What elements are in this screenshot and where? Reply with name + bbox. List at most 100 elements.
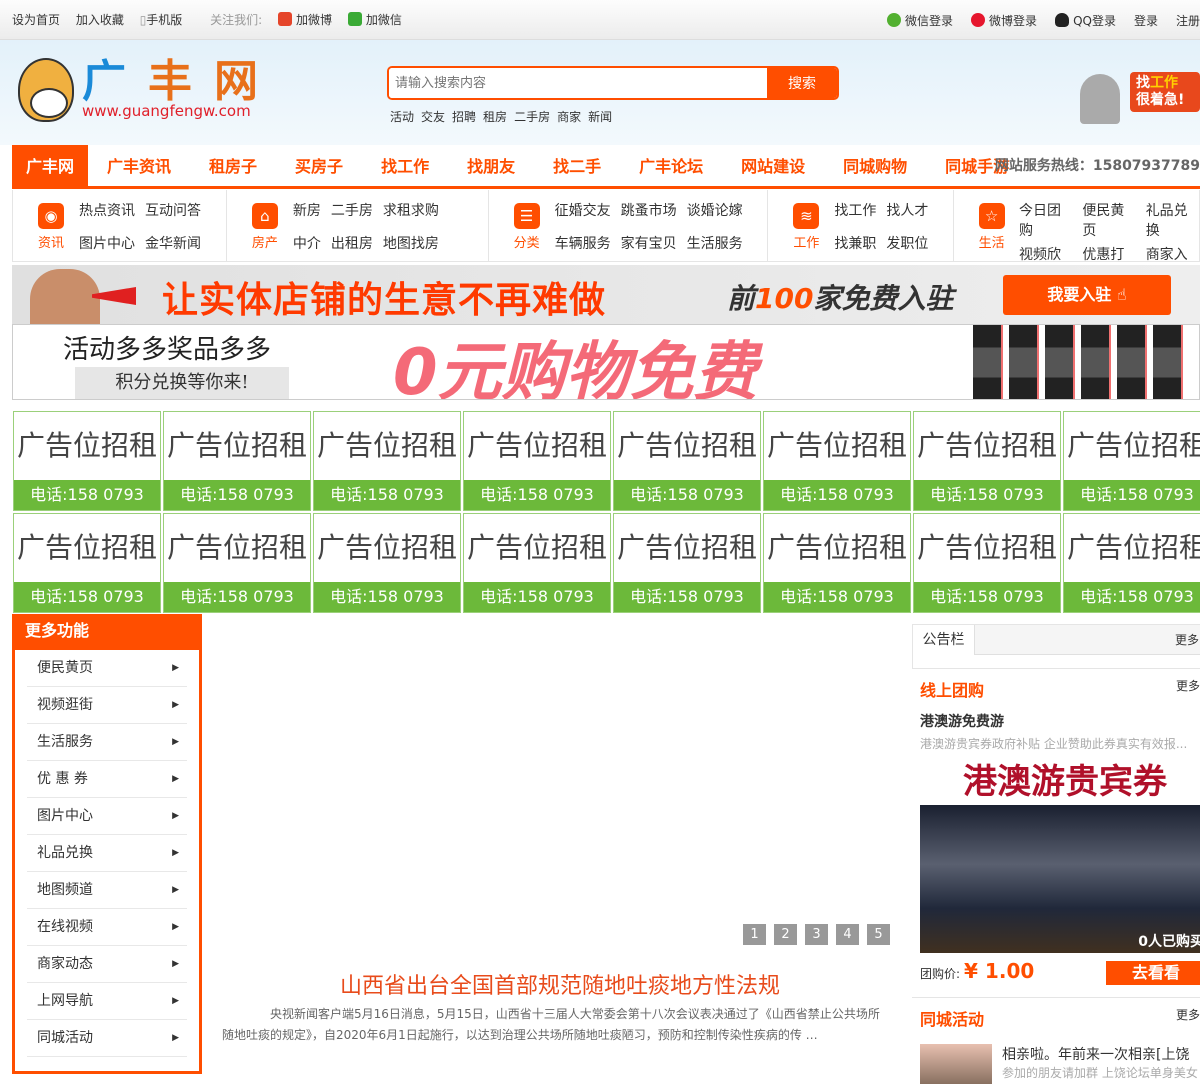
sidebar-item[interactable]: 地图频道 ▶ bbox=[27, 872, 187, 909]
join-button[interactable]: 我要入驻 ☝ bbox=[1003, 275, 1171, 315]
search-input[interactable] bbox=[389, 68, 767, 98]
nav-item[interactable]: 广丰论坛 bbox=[620, 145, 722, 186]
news-headline[interactable]: 山西省出台全国首部规范随地吐痰地方性法规 bbox=[210, 968, 910, 1000]
subnav-link[interactable]: 生活服务 bbox=[687, 234, 743, 263]
sidebar-item[interactable]: 同城活动 ▶ bbox=[27, 1020, 187, 1057]
ad-slot[interactable]: 广告位招租电话:158 0793 7789 bbox=[913, 513, 1061, 636]
nav-item[interactable]: 广丰资讯 bbox=[88, 145, 190, 186]
nav-item[interactable]: 买房子 bbox=[276, 145, 362, 186]
nav-item[interactable]: 网站建设 bbox=[722, 145, 824, 186]
sidebar-item[interactable]: 优 惠 券 ▶ bbox=[27, 761, 187, 798]
weibo-login[interactable]: 微博登录 bbox=[971, 12, 1037, 29]
sidebar-item[interactable]: 礼品兑换 ▶ bbox=[27, 835, 187, 872]
nav-item[interactable]: 找工作 bbox=[362, 145, 448, 186]
nav-item[interactable]: 广丰网 bbox=[12, 145, 89, 186]
hot-search-link[interactable]: 新闻 bbox=[588, 110, 612, 124]
ad-slot[interactable]: 广告位招租电话:158 0793 7789 bbox=[163, 411, 311, 534]
subnav-link[interactable]: 找兼职 bbox=[834, 234, 876, 263]
subnav-link[interactable]: 互动问答 bbox=[145, 201, 201, 230]
subnav-category[interactable]: ☆ 生活 bbox=[978, 201, 1005, 262]
subnav-link[interactable]: 新房 bbox=[293, 201, 321, 230]
job-urgent-badge[interactable]: 找工作 很着急! bbox=[1070, 68, 1200, 130]
mobile-version-link[interactable]: ▯手机版 bbox=[140, 13, 183, 27]
qq-login[interactable]: QQ登录 bbox=[1055, 12, 1116, 29]
ad-slot[interactable]: 广告位招租电话:158 0793 7789 bbox=[763, 411, 911, 534]
wechat-login[interactable]: 微信登录 bbox=[887, 12, 953, 29]
subnav-link[interactable]: 发职位 bbox=[886, 234, 928, 263]
groupbuy-item-title[interactable]: 港澳游免费游 bbox=[920, 711, 1200, 731]
subnav-link[interactable]: 二手房 bbox=[331, 201, 373, 230]
more-link[interactable]: 更多 bbox=[1175, 631, 1199, 648]
subnav-link[interactable]: 地图找房 bbox=[383, 234, 439, 263]
subnav-category[interactable]: ◉ 资讯 bbox=[37, 201, 65, 262]
slide-page-button[interactable]: 5 bbox=[867, 924, 890, 945]
more-link[interactable]: 更多 bbox=[1176, 1006, 1200, 1023]
ad-slot[interactable]: 广告位招租电话:158 0793 7789 bbox=[463, 411, 611, 534]
tab-notice[interactable]: 公告栏 bbox=[913, 625, 975, 655]
ad-slot[interactable]: 广告位招租电话:158 0793 7789 bbox=[313, 411, 461, 534]
subnav-category[interactable]: ☰ 分类 bbox=[513, 201, 541, 262]
register-link[interactable]: 注册 bbox=[1176, 12, 1200, 29]
more-link[interactable]: 更多 bbox=[1176, 677, 1200, 694]
hot-search-link[interactable]: 二手房 bbox=[514, 110, 550, 124]
ad-slot[interactable]: 广告位招租电话:158 0793 7789 bbox=[463, 513, 611, 636]
merchant-banner[interactable]: 让实体店铺的生意不再难做 前100家免费入驻 我要入驻 ☝ bbox=[12, 265, 1200, 324]
hot-search-link[interactable]: 交友 bbox=[421, 110, 445, 124]
subnav-link[interactable]: 车辆服务 bbox=[555, 234, 611, 263]
subnav-link[interactable]: 今日团购 bbox=[1019, 201, 1072, 241]
subnav-link[interactable]: 礼品兑换 bbox=[1146, 201, 1199, 241]
hot-search-link[interactable]: 租房 bbox=[483, 110, 507, 124]
ad-slot[interactable]: 广告位招租电话:158 0793 7789 bbox=[913, 411, 1061, 534]
nav-item[interactable]: 同城购物 bbox=[824, 145, 926, 186]
ad-slot[interactable]: 广告位招租电话:158 0793 7789 bbox=[613, 411, 761, 534]
activity-item[interactable]: 相亲啦。年前来一次相亲[上饶 参加的朋友请加群 上饶论坛单身美女 bbox=[920, 1044, 1200, 1084]
ad-slot[interactable]: 广告位招租电话:158 0793 7789 bbox=[1063, 411, 1200, 534]
nav-item[interactable]: 找朋友 bbox=[448, 145, 534, 186]
sidebar-item[interactable]: 视频逛街 ▶ bbox=[27, 687, 187, 724]
subnav-link[interactable]: 求租求购 bbox=[383, 201, 439, 230]
slide-page-button[interactable]: 4 bbox=[836, 924, 859, 945]
set-homepage-link[interactable]: 设为首页 bbox=[12, 13, 60, 27]
subnav-category[interactable]: ⌂ 房产 bbox=[251, 201, 279, 262]
ad-slot[interactable]: 广告位招租电话:158 0793 7789 bbox=[313, 513, 461, 636]
subnav-link[interactable]: 金华新闻 bbox=[145, 234, 201, 263]
subnav-link[interactable]: 谈婚论嫁 bbox=[687, 201, 743, 230]
subnav-category[interactable]: ≋ 工作 bbox=[792, 201, 820, 262]
view-deal-button[interactable]: 去看看 bbox=[1106, 961, 1200, 985]
hot-search-link[interactable]: 活动 bbox=[390, 110, 414, 124]
slide-page-button[interactable]: 3 bbox=[805, 924, 828, 945]
sidebar-item[interactable]: 商家动态 ▶ bbox=[27, 946, 187, 983]
subnav-link[interactable]: 中介 bbox=[293, 234, 321, 263]
subnav-link[interactable]: 找工作 bbox=[834, 201, 876, 230]
subnav-link[interactable]: 跳蚤市场 bbox=[621, 201, 677, 230]
ad-slot[interactable]: 广告位招租电话:158 0793 7789 bbox=[1063, 513, 1200, 636]
hongkong-skyline-image[interactable]: 0人已购买 bbox=[920, 805, 1200, 953]
hot-search-link[interactable]: 招聘 bbox=[452, 110, 476, 124]
free-shopping-banner[interactable]: 活动多多奖品多多 积分兑换等你来! 0元购物免费 bbox=[12, 324, 1200, 400]
weixin-follow-link[interactable]: 加微信 bbox=[347, 12, 402, 27]
ad-slot[interactable]: 广告位招租电话:158 0793 7789 bbox=[163, 513, 311, 636]
subnav-link[interactable]: 找人才 bbox=[886, 201, 928, 230]
add-favorite-link[interactable]: 加入收藏 bbox=[76, 13, 124, 27]
nav-item[interactable]: 找二手 bbox=[534, 145, 620, 186]
ad-slot[interactable]: 广告位招租电话:158 0793 7789 bbox=[613, 513, 761, 636]
subnav-link[interactable]: 出租房 bbox=[331, 234, 373, 263]
ad-slot[interactable]: 广告位招租电话:158 0793 7789 bbox=[13, 411, 161, 534]
sidebar-item[interactable]: 生活服务 ▶ bbox=[27, 724, 187, 761]
ad-slot[interactable]: 广告位招租电话:158 0793 7789 bbox=[763, 513, 911, 636]
slide-page-button[interactable]: 1 bbox=[743, 924, 766, 945]
news-slideshow[interactable]: 12345 bbox=[210, 614, 900, 954]
slide-page-button[interactable]: 2 bbox=[774, 924, 797, 945]
sidebar-item[interactable]: 图片中心 ▶ bbox=[27, 798, 187, 835]
sidebar-item[interactable]: 便民黄页 ▶ bbox=[27, 650, 187, 687]
weibo-follow-link[interactable]: 加微博 bbox=[278, 12, 332, 27]
subnav-link[interactable]: 图片中心 bbox=[79, 234, 135, 263]
search-button[interactable]: 搜索 bbox=[767, 68, 837, 98]
subnav-link[interactable]: 热点资讯 bbox=[79, 201, 135, 230]
site-logo[interactable]: 广丰网 www.guangfengw.com bbox=[18, 58, 280, 122]
nav-item[interactable]: 租房子 bbox=[190, 145, 276, 186]
hot-search-link[interactable]: 商家 bbox=[557, 110, 581, 124]
sidebar-item[interactable]: 上网导航 ▶ bbox=[27, 983, 187, 1020]
ad-slot[interactable]: 广告位招租电话:158 0793 7789 bbox=[13, 513, 161, 636]
login-link[interactable]: 登录 bbox=[1134, 12, 1158, 29]
